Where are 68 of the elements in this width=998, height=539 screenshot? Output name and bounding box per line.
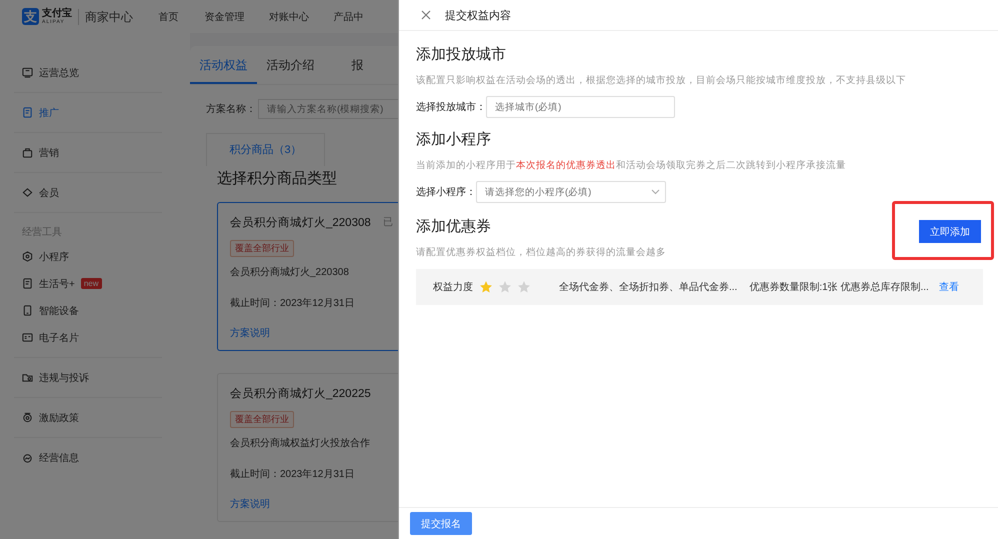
plan-link[interactable]: 方案说明 xyxy=(230,326,270,340)
section-title: 添加小程序 xyxy=(416,130,492,149)
coupon-limits: 优惠券数量限制:1张 优惠券总库存限制... xyxy=(749,280,929,294)
industry-tag: 覆盖全部行业 xyxy=(230,411,294,428)
sidebar-item[interactable]: 会员 xyxy=(14,179,162,206)
nav-link[interactable]: 产品中 xyxy=(334,10,398,24)
logo-name: 支付宝 xyxy=(42,8,72,18)
add-now-button[interactable]: 立即添加 xyxy=(919,220,981,243)
section-description: 当前添加的小程序用于本次报名的优惠券透出 和活动会场领取完券之后二次跳转到小程序承接流量 xyxy=(416,159,846,172)
bag-icon xyxy=(22,147,33,158)
section-heading: 选择积分商品类型 xyxy=(217,169,338,188)
diamond-icon xyxy=(22,187,33,198)
tab[interactable]: 活动介绍 xyxy=(257,46,324,84)
sidebar-item[interactable]: 电子名片 xyxy=(14,324,162,351)
field-label: 选择投放城市： xyxy=(416,100,486,114)
sidebar-item[interactable]: 经营信息 xyxy=(14,444,162,471)
card-description: 会员积分商城权益灯火投放合作 xyxy=(230,436,370,450)
hexagon-icon xyxy=(22,251,33,262)
document-icon xyxy=(22,278,33,289)
tablet-icon xyxy=(22,305,33,316)
product-name: 商家中心 xyxy=(78,8,133,24)
document-icon xyxy=(22,107,33,118)
card-icon xyxy=(22,332,33,343)
search-field[interactable]: 请输入方案名称(模糊搜索) xyxy=(258,99,398,119)
drawer-title: 提交权益内容 xyxy=(445,8,511,22)
sidebar-item[interactable]: 激励政策 xyxy=(14,404,162,431)
plan-link[interactable]: 方案说明 xyxy=(230,497,270,511)
section-description: 请配置优惠券权益档位，档位越高的券获得的流量会越多 xyxy=(416,246,666,258)
section-description: 该配置只影响权益在活动会场的透出，根据您选择的城市投放，目前会场只能按城市维度投放，不支持县级以下 xyxy=(416,74,906,87)
monitor-icon xyxy=(22,67,33,78)
star-icon xyxy=(498,280,512,294)
field-label: 选择小程序： xyxy=(416,186,476,199)
folder-icon xyxy=(22,372,33,383)
tab[interactable]: 报 xyxy=(324,46,391,84)
submit-button[interactable]: 提交报名 xyxy=(410,512,472,535)
section-title: 添加投放城市 xyxy=(416,45,507,64)
card-title: 会员积分商城灯火_220225 xyxy=(230,386,371,401)
input-field[interactable]: 选择城市(必填) xyxy=(486,96,675,118)
sidebar-item[interactable]: 运营总览 xyxy=(14,59,162,86)
sidebar-item[interactable]: 生活号+ new xyxy=(14,270,162,297)
nav-link[interactable]: 首页 xyxy=(158,10,204,24)
star-icon xyxy=(517,280,531,294)
logo-mark: 支 xyxy=(22,8,39,25)
sidebar-item[interactable]: 小程序 xyxy=(14,243,162,270)
coupon-types: 全场代金券、全场折扣券、单品代金券... xyxy=(559,280,738,294)
target-icon xyxy=(22,412,33,423)
sidebar-item[interactable]: 违规与投诉 xyxy=(14,364,162,391)
tab[interactable]: 积分商品（3） xyxy=(206,133,325,166)
coupon-label: 权益力度 xyxy=(433,280,473,294)
sidebar-item[interactable]: 推广 xyxy=(14,99,162,126)
card-deadline: 截止时间：2023年12月31日 xyxy=(230,468,354,481)
view-link[interactable]: 查看 xyxy=(939,280,959,294)
tab[interactable]: 活动权益 xyxy=(190,46,257,84)
sidebar-item[interactable]: 营销 xyxy=(14,139,162,166)
sidebar-item[interactable]: 智能设备 xyxy=(14,297,162,324)
select-field[interactable]: 请选择您的小程序(必填) xyxy=(476,181,666,203)
section-title: 添加优惠券 xyxy=(416,216,492,236)
card-description: 会员积分商城灯火_220308 xyxy=(230,266,349,279)
field-label: 方案名称： xyxy=(206,102,256,116)
industry-tag: 覆盖全部行业 xyxy=(230,240,294,257)
nav-link[interactable]: 资金管理 xyxy=(204,10,269,24)
card-deadline: 截止时间：2023年12月31日 xyxy=(230,296,354,310)
new-badge: new xyxy=(80,278,102,289)
nav-link[interactable]: 对账中心 xyxy=(268,10,334,24)
card-title: 会员积分商城灯火_220308 xyxy=(230,215,371,230)
star-icon xyxy=(479,280,493,294)
close-icon[interactable] xyxy=(421,10,431,20)
chevron-down-icon xyxy=(651,189,660,195)
